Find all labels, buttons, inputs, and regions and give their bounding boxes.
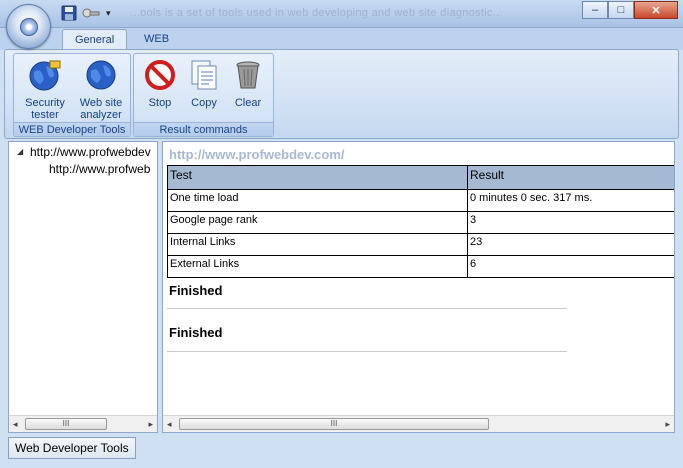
results-table: Test Result One time load 0 minutes 0 se… xyxy=(167,165,674,278)
tree-node-root[interactable]: http://www.profwebdev xyxy=(30,145,151,159)
tab-general[interactable]: General xyxy=(62,29,128,51)
finished-text: Finished xyxy=(169,325,223,340)
table-row: One time load 0 minutes 0 sec. 317 ms. xyxy=(167,189,674,212)
result-panel: http://www.profwebdev.com/ Test Result O… xyxy=(162,141,675,433)
security-tester-button[interactable]: Security tester xyxy=(18,58,72,121)
result-cell: 23 xyxy=(467,233,674,256)
web-site-analyzer-label-1: Web site xyxy=(79,97,123,109)
divider xyxy=(167,308,567,309)
group-web-developer-tools: Security tester Web site analyzer WEB De… xyxy=(13,53,131,137)
column-header-result: Result xyxy=(467,165,674,190)
floppy-disk-icon[interactable] xyxy=(60,5,78,21)
maximize-button[interactable]: □ xyxy=(608,1,634,19)
test-cell: External Links xyxy=(167,255,468,278)
window-title: ...ools is a set of tools used in web de… xyxy=(130,7,503,19)
copy-label: Copy xyxy=(191,97,217,109)
security-tester-label-1: Security xyxy=(25,97,65,109)
ribbon: Security tester Web site analyzer WEB De… xyxy=(4,49,679,139)
qat-dropdown-icon[interactable]: ▾ xyxy=(106,8,111,19)
scroll-thumb[interactable]: III xyxy=(25,418,107,430)
test-cell: Internal Links xyxy=(167,233,468,256)
divider xyxy=(167,351,567,352)
globe-icon xyxy=(86,60,116,90)
scroll-left-icon[interactable]: ◂ xyxy=(13,419,18,430)
ribbon-tabs: General WEB xyxy=(0,28,683,51)
result-cell: 6 xyxy=(467,255,674,278)
minimize-button[interactable]: – xyxy=(582,1,608,19)
clear-label: Clear xyxy=(234,97,262,109)
scroll-left-icon[interactable]: ◂ xyxy=(167,419,172,430)
analyzed-url[interactable]: http://www.profwebdev.com/ xyxy=(169,147,345,162)
tree-expander-icon[interactable]: ◢ xyxy=(17,147,23,156)
scroll-thumb[interactable]: III xyxy=(179,418,489,430)
disc-icon xyxy=(20,18,38,36)
close-button[interactable]: ✕ xyxy=(634,1,678,19)
tree-node-child[interactable]: http://www.profweb xyxy=(49,162,150,176)
application-menu-button[interactable] xyxy=(6,4,51,49)
table-header-row: Test Result xyxy=(167,165,674,190)
tree-horizontal-scrollbar[interactable]: ◂ III ▸ xyxy=(9,415,157,432)
stop-label: Stop xyxy=(148,97,172,109)
group-label-result-commands: Result commands xyxy=(134,122,273,136)
clear-button[interactable]: Clear xyxy=(228,58,268,109)
status-panel-label[interactable]: Web Developer Tools xyxy=(8,437,136,459)
stop-button[interactable]: Stop xyxy=(140,58,180,109)
copy-icon xyxy=(191,60,217,90)
finished-text: Finished xyxy=(169,283,223,298)
scroll-right-icon[interactable]: ▸ xyxy=(665,419,670,430)
web-site-analyzer-button[interactable]: Web site analyzer xyxy=(74,58,128,121)
site-tree: ◢ http://www.profwebdev http://www.profw… xyxy=(8,141,158,433)
group-result-commands: Stop Copy Clear Result commands xyxy=(133,53,274,137)
scroll-right-icon[interactable]: ▸ xyxy=(148,419,153,430)
security-tester-label-2: tester xyxy=(31,109,59,121)
table-row: Internal Links 23 xyxy=(167,233,674,256)
table-row: External Links 6 xyxy=(167,255,674,278)
window-controls: – □ ✕ xyxy=(582,1,678,19)
web-site-analyzer-label-2: analyzer xyxy=(80,109,122,121)
stop-icon xyxy=(145,60,175,90)
content-horizontal-scrollbar[interactable]: ◂ III ▸ xyxy=(163,415,674,432)
key-tool-icon[interactable] xyxy=(82,5,100,21)
column-header-test: Test xyxy=(167,165,468,190)
table-row: Google page rank 3 xyxy=(167,211,674,234)
result-cell: 3 xyxy=(467,211,674,234)
globe-lock-icon xyxy=(29,60,61,91)
tab-web[interactable]: WEB xyxy=(132,29,181,51)
group-label-web-developer-tools: WEB Developer Tools xyxy=(14,122,130,136)
test-cell: One time load xyxy=(167,189,468,212)
title-bar: ...ools is a set of tools used in web de… xyxy=(0,0,683,28)
copy-button[interactable]: Copy xyxy=(184,58,224,109)
test-cell: Google page rank xyxy=(167,211,468,234)
quick-access-toolbar: ▾ xyxy=(60,5,111,21)
trash-icon xyxy=(236,61,260,89)
result-cell: 0 minutes 0 sec. 317 ms. xyxy=(467,189,674,212)
